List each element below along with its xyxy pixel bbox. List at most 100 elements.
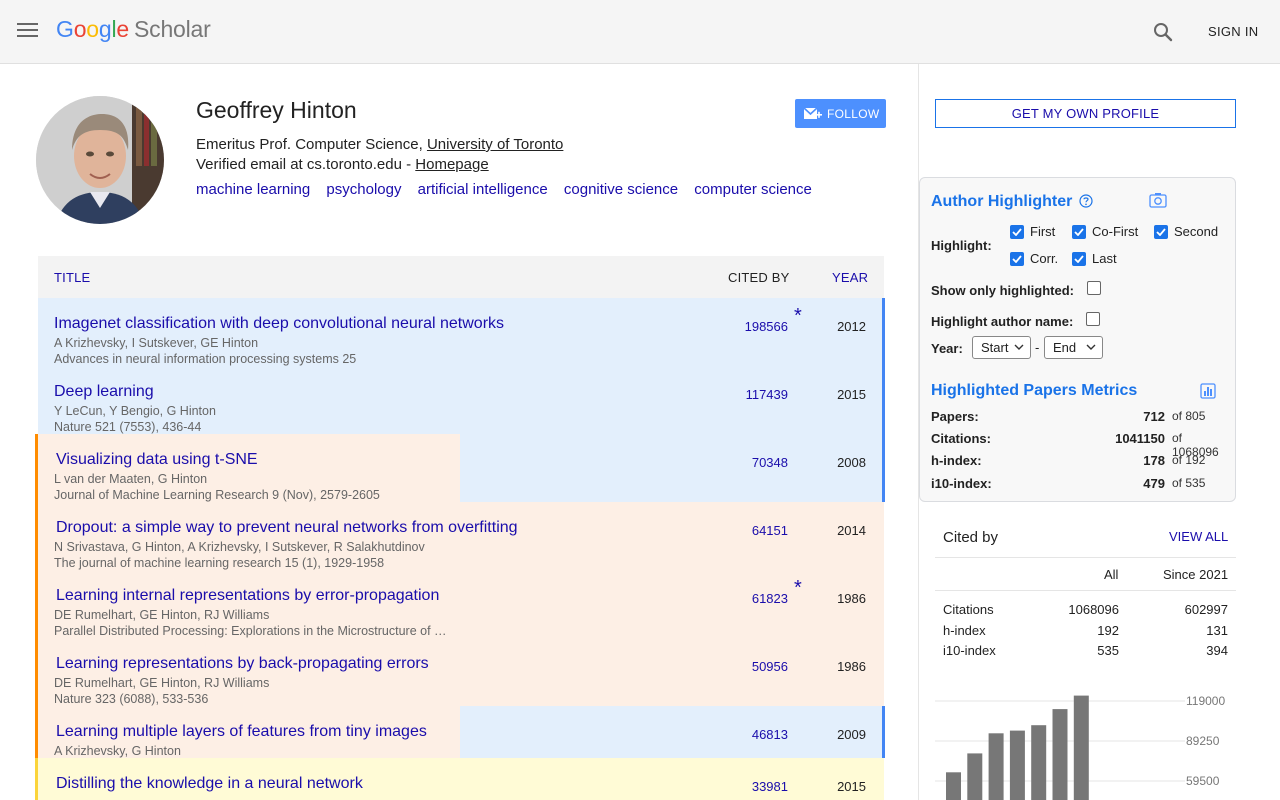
metric-i10-index-label: i10-index:	[931, 476, 992, 491]
help-icon[interactable]	[1079, 194, 1093, 213]
publication-title-link[interactable]: Distilling the knowledge in a neural net…	[56, 775, 363, 793]
row-highlight-marker	[35, 502, 38, 570]
cited-by-row-since: 602997	[1184, 602, 1228, 617]
author-highlighter-panel: Author Highlighter Highlight: First Co-F…	[919, 177, 1236, 502]
publication-cited-by-link[interactable]: 61823	[752, 591, 788, 606]
publication-year: 1986	[837, 591, 866, 606]
interest-psychology[interactable]: psychology	[326, 181, 401, 198]
author-highlighter-title: Author Highlighter	[931, 193, 1073, 210]
checkbox-last[interactable]: Last	[1072, 251, 1117, 266]
publication-title-link[interactable]: Learning multiple layers of features fro…	[56, 723, 427, 741]
checkbox-checked-icon	[1010, 251, 1024, 266]
publication-title-link[interactable]: Visualizing data using t-SNE	[56, 451, 258, 469]
year-range-dash: -	[1035, 340, 1040, 355]
publication-cited-by-link[interactable]: 117439	[746, 387, 788, 402]
chart-bar[interactable]	[988, 733, 1004, 800]
publication-title-link[interactable]: Dropout: a simple way to prevent neural …	[56, 519, 518, 537]
cited-by-row-all: 1068096	[1068, 602, 1119, 617]
publication-row: Learning internal representations by err…	[35, 570, 884, 638]
chart-bar[interactable]	[967, 753, 983, 800]
publication-year: 2008	[837, 455, 866, 470]
show-only-highlighted-checkbox[interactable]	[1087, 281, 1101, 295]
publication-cited-by-link[interactable]: 198566	[745, 319, 788, 334]
metric-h-index-value: 178	[1143, 453, 1165, 468]
profile-email: Verified email at cs.toronto.edu - Homep…	[196, 156, 489, 173]
cited-by-row-since: 131	[1206, 623, 1228, 638]
cited-by-row-since: 394	[1206, 643, 1228, 658]
publication-title-link[interactable]: Imagenet classification with deep convol…	[54, 315, 504, 333]
publication-year: 2012	[837, 319, 866, 334]
affiliation-text: Emeritus Prof. Computer Science,	[196, 136, 423, 153]
row-highlight-marker	[35, 706, 38, 758]
metric-i10-index: i10-index: 479 of 535	[931, 476, 1221, 496]
row-highlight-marker	[882, 366, 885, 434]
checkbox-checked-icon	[1072, 224, 1086, 239]
cited-by-row-label: Citations	[943, 602, 994, 617]
row-highlight-marker	[35, 434, 38, 502]
column-year-sort[interactable]: YEAR	[832, 270, 868, 285]
chart-bar[interactable]	[1073, 695, 1089, 800]
metric-h-index-total: of 192	[1172, 453, 1206, 467]
bar-chart-icon[interactable]	[1200, 383, 1216, 404]
year-start-value: Start	[981, 340, 1009, 355]
row-highlight-marker	[882, 298, 885, 366]
year-end-value: End	[1053, 340, 1077, 355]
publication-row: Dropout: a simple way to prevent neural …	[35, 502, 884, 570]
view-all-link[interactable]: VIEW ALL	[1169, 529, 1228, 544]
get-my-own-profile-button[interactable]: GET MY OWN PROFILE	[935, 99, 1236, 128]
publication-cited-by-link[interactable]: 33981	[752, 779, 788, 794]
publication-star-marker: *	[794, 305, 802, 327]
row-highlight-marker	[35, 570, 38, 638]
checkbox-first[interactable]: First	[1010, 224, 1055, 239]
publication-venue: Nature 521 (7553), 436-44	[54, 420, 202, 434]
logo-scholar-text: Scholar	[134, 16, 211, 42]
publication-row: Learning representations by back-propaga…	[35, 638, 884, 706]
highlight-author-name-label: Highlight author name:	[931, 314, 1074, 329]
interest-machine-learning[interactable]: machine learning	[196, 181, 310, 198]
publication-cited-by-link[interactable]: 64151	[752, 523, 788, 538]
chart-bar[interactable]	[1009, 730, 1025, 800]
publication-cited-by-link[interactable]: 50956	[752, 659, 788, 674]
chart-bar[interactable]	[1052, 709, 1068, 800]
publication-year: 2015	[837, 387, 866, 402]
top-header: Google Scholar SIGN IN	[0, 0, 1280, 64]
chart-bar[interactable]	[1031, 725, 1047, 800]
sign-in-button[interactable]: SIGN IN	[1208, 24, 1259, 39]
publication-cited-by-link[interactable]: 70348	[752, 455, 788, 470]
chart-bar[interactable]	[946, 772, 961, 800]
publication-row: Deep learning Y LeCun, Y Bengio, G Hinton…	[38, 366, 885, 434]
column-title-sort[interactable]: TITLE	[54, 270, 90, 285]
publication-authors: Y LeCun, Y Bengio, G Hinton	[54, 404, 216, 418]
homepage-link[interactable]: Homepage	[415, 156, 488, 173]
cited-by-row-all: 535	[1097, 643, 1119, 658]
row-highlight-marker	[882, 434, 885, 502]
google-scholar-logo[interactable]: Google Scholar	[56, 16, 211, 43]
publication-title-link[interactable]: Deep learning	[54, 383, 154, 401]
metric-papers-value: 712	[1143, 409, 1165, 424]
affiliation-link[interactable]: University of Toronto	[427, 136, 563, 153]
highlight-author-name-checkbox[interactable]	[1086, 312, 1100, 326]
checkbox-second[interactable]: Second	[1154, 224, 1218, 239]
camera-icon[interactable]	[1149, 192, 1167, 213]
research-interests: machine learning psychology artificial i…	[196, 181, 824, 198]
checkbox-corr[interactable]: Corr.	[1010, 251, 1058, 266]
follow-button[interactable]: FOLLOW	[795, 99, 886, 128]
column-cited-by[interactable]: CITED BY	[728, 270, 790, 285]
menu-icon[interactable]	[17, 23, 38, 39]
checkbox-co-first[interactable]: Co-First	[1072, 224, 1138, 239]
cited-by-row-label: h-index	[943, 623, 986, 638]
chevron-down-icon	[1086, 344, 1096, 350]
publication-title-link[interactable]: Learning representations by back-propaga…	[56, 655, 429, 673]
search-icon[interactable]	[1152, 21, 1174, 43]
year-start-select[interactable]: Start	[972, 336, 1031, 359]
publication-authors: N Srivastava, G Hinton, A Krizhevsky, I …	[54, 540, 425, 554]
interest-artificial-intelligence[interactable]: artificial intelligence	[418, 181, 548, 198]
interest-computer-science[interactable]: computer science	[694, 181, 812, 198]
year-end-select[interactable]: End	[1044, 336, 1103, 359]
publication-cited-by-link[interactable]: 46813	[752, 727, 788, 742]
highlight-label: Highlight:	[931, 238, 992, 253]
publication-row: Visualizing data using t-SNE L van der Ma…	[35, 434, 885, 502]
publication-title-link[interactable]: Learning internal representations by err…	[56, 587, 439, 605]
publication-authors: A Krizhevsky, G Hinton	[54, 744, 181, 758]
interest-cognitive-science[interactable]: cognitive science	[564, 181, 678, 198]
